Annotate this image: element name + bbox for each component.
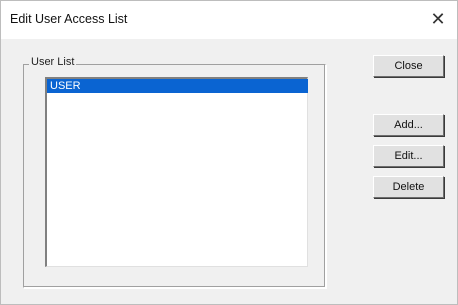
window-title: Edit User Access List <box>10 12 128 26</box>
edit-button[interactable]: Edit... <box>373 145 444 167</box>
list-item-user[interactable]: USER <box>47 79 308 93</box>
user-list-group-label: User List <box>29 56 77 68</box>
edit-user-access-dialog: Edit User Access List ✕ User List USER C… <box>0 0 458 305</box>
close-window-icon[interactable]: ✕ <box>428 9 448 29</box>
title-bar[interactable]: Edit User Access List ✕ <box>1 1 457 39</box>
add-button[interactable]: Add... <box>373 114 444 136</box>
close-button[interactable]: Close <box>373 55 444 77</box>
delete-button[interactable]: Delete <box>373 176 444 198</box>
user-listbox[interactable]: USER <box>45 77 308 267</box>
